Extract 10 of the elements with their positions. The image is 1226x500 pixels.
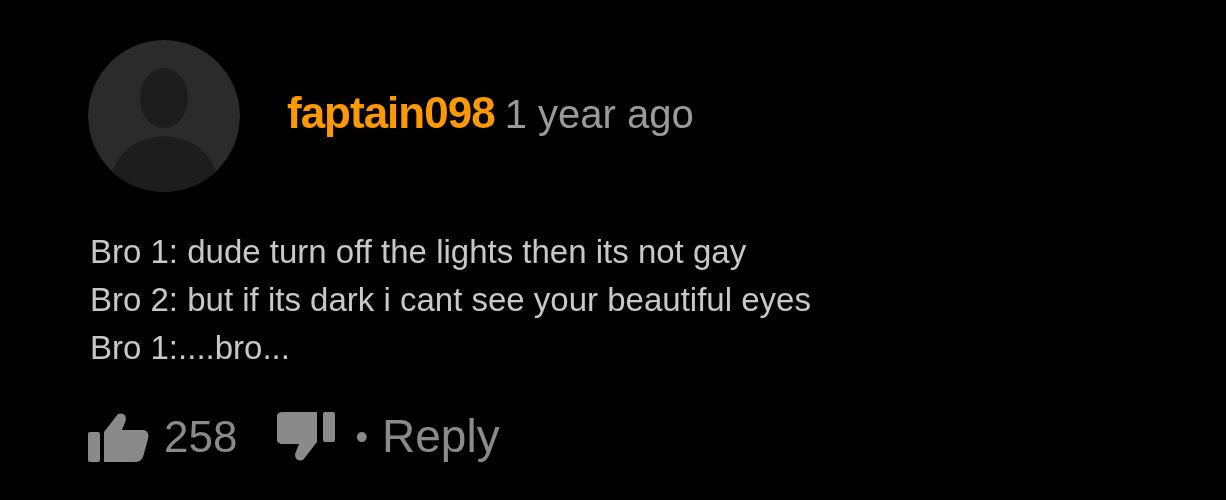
thumbs-up-icon[interactable]: [88, 411, 150, 462]
comment-text: Bro 2: but if its dark i cant see your beautiful eyes: [90, 280, 812, 320]
avatar-icon: [88, 40, 240, 192]
reply-link[interactable]: Reply: [382, 402, 500, 471]
like-count: 258: [164, 410, 238, 463]
username[interactable]: faptain098: [287, 80, 495, 146]
comment-text: Bro 1: dude turn off the lights then its not gay: [90, 232, 748, 272]
separator: •: [355, 414, 369, 459]
timestamp: 1 year ago: [504, 91, 694, 138]
comment-text: Bro 1:....bro...: [90, 328, 291, 368]
